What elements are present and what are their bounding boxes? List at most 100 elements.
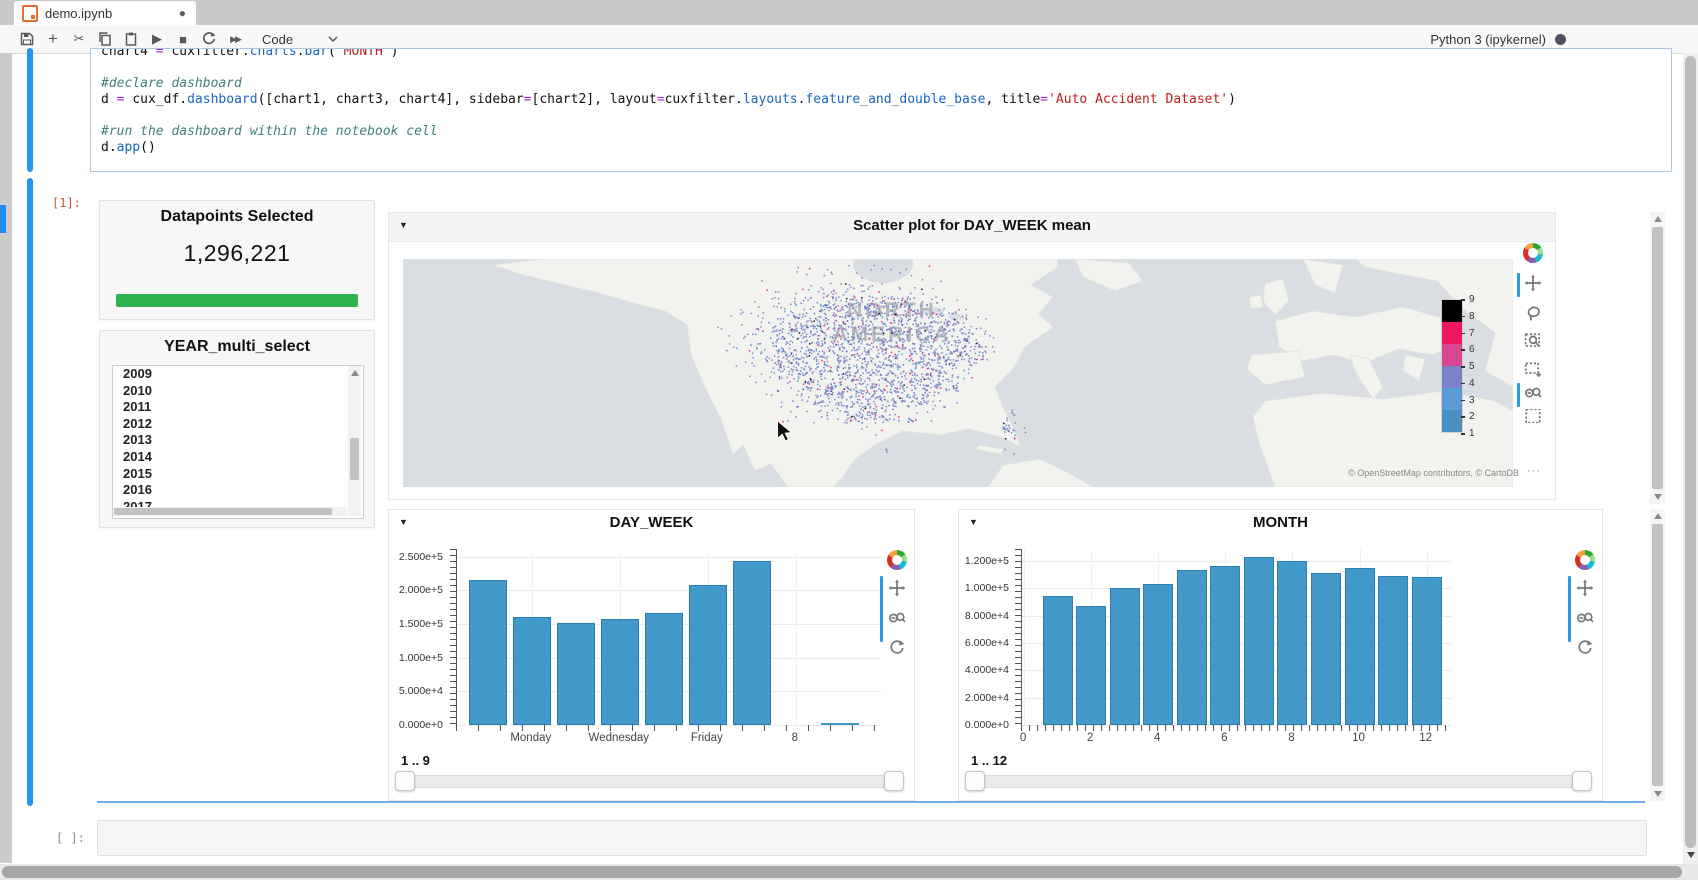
map-canvas[interactable]: NORTH AMERICA	[403, 259, 1513, 487]
empty-execution-count: [ ]:	[56, 831, 85, 845]
year-option[interactable]: 2011	[113, 399, 363, 416]
active-tool-indicator	[1517, 273, 1520, 297]
pan-tool-icon[interactable]	[1521, 271, 1545, 295]
bar	[821, 723, 859, 725]
save-button[interactable]	[14, 27, 40, 51]
scroll-thumb[interactable]	[1652, 524, 1663, 786]
bar	[1378, 576, 1408, 725]
pan-tool-icon[interactable]	[1573, 576, 1597, 600]
year-option[interactable]: 2013	[113, 432, 363, 449]
scroll-up-icon[interactable]	[351, 370, 359, 376]
bokeh-logo[interactable]	[1523, 243, 1543, 263]
map-label-north: NORTH	[847, 299, 937, 322]
code-content: chart4 = cuxfilter.charts.bar('MONTH') #…	[101, 48, 1236, 156]
bar	[1311, 573, 1341, 725]
bar	[1110, 588, 1140, 725]
datapoints-card: Datapoints Selected 1,296,221	[99, 200, 375, 320]
scroll-position-marker	[0, 205, 6, 233]
year-list-hscrollbar[interactable]	[113, 507, 347, 516]
lasso-select-tool-icon[interactable]	[1521, 301, 1545, 325]
box-select-tool-icon[interactable]	[1521, 357, 1545, 381]
bar	[557, 623, 595, 725]
scatter-map-panel: ▼ Scatter plot for DAY_WEEK mean	[388, 212, 1556, 500]
output-collapser[interactable]	[27, 178, 33, 806]
bar	[469, 580, 507, 725]
wheel-zoom-tool-icon[interactable]	[1573, 606, 1597, 630]
day-week-panel: ▼ DAY_WEEK 0.000e+05.000e+41.000e+51.500…	[388, 509, 915, 801]
datapoints-title: Datapoints Selected	[100, 208, 374, 226]
day-week-plot[interactable]	[456, 549, 882, 726]
code-cell-editor[interactable]: chart4 = cuxfilter.charts.bar('MONTH') #…	[90, 48, 1672, 172]
reset-tool-icon[interactable]	[885, 636, 909, 660]
output-vscrollbar-bottom[interactable]	[1650, 509, 1665, 801]
cell-type-select[interactable]: Code	[262, 32, 339, 47]
wheel-zoom-tool-icon[interactable]	[885, 606, 909, 630]
scroll-down-icon[interactable]	[1654, 791, 1662, 797]
month-range-slider[interactable]	[966, 775, 1591, 788]
scroll-down-icon[interactable]	[1654, 494, 1662, 500]
day-week-title: DAY_WEEK	[389, 514, 914, 531]
slider-handle-right[interactable]	[884, 771, 904, 791]
bokeh-logo[interactable]	[887, 550, 907, 570]
pan-tool-icon[interactable]	[885, 576, 909, 600]
bar	[1177, 570, 1207, 725]
slider-handle-left[interactable]	[965, 771, 985, 791]
reset-tool-icon[interactable]	[1573, 636, 1597, 660]
year-option[interactable]: 2016	[113, 482, 363, 499]
active-tool-indicator	[880, 576, 883, 642]
tab-demo-ipynb[interactable]: demo.ipynb ●	[14, 1, 196, 25]
colorbar-ticks: 987654321	[1465, 299, 1485, 433]
year-option[interactable]: 2015	[113, 466, 363, 483]
kernel-name[interactable]: Python 3 (ipykernel)	[1430, 32, 1546, 47]
tab-title: demo.ipynb	[45, 6, 112, 21]
empty-code-cell[interactable]	[97, 820, 1647, 856]
box-zoom-tool-icon[interactable]	[1521, 329, 1545, 353]
bar	[1076, 606, 1106, 725]
bar	[601, 619, 639, 725]
scatter-title: Scatter plot for DAY_WEEK mean	[389, 217, 1555, 234]
window-hscroll-thumb[interactable]	[2, 866, 1682, 878]
range-label: 1 .. 9	[401, 753, 430, 768]
output-vscrollbar-top[interactable]	[1650, 212, 1665, 504]
bar	[645, 613, 683, 725]
year-option[interactable]: 2014	[113, 449, 363, 466]
active-tool-indicator	[1517, 383, 1520, 407]
x-axis-labels: 024681012	[1021, 732, 1451, 748]
month-plot[interactable]	[1021, 549, 1452, 726]
notebook-icon	[22, 5, 38, 22]
year-list-vscroll-thumb[interactable]	[350, 438, 359, 480]
window-vscroll-thumb[interactable]	[1685, 56, 1696, 848]
year-list-hscroll-thumb[interactable]	[114, 508, 332, 515]
scroll-up-icon[interactable]	[1654, 216, 1662, 222]
bar	[1345, 568, 1375, 725]
slider-handle-left[interactable]	[395, 771, 415, 791]
bar	[1412, 577, 1442, 725]
year-multi-select-list[interactable]: 200920102011201220132014201520162017	[112, 365, 364, 519]
cut-cells-button[interactable]: ✂	[66, 27, 92, 51]
add-cell-button[interactable]: +	[40, 27, 66, 51]
x-axis-labels: MondayWednesdayFriday8	[456, 732, 881, 748]
day-week-header: ▼ DAY_WEEK	[389, 510, 914, 538]
year-option[interactable]: 2009	[113, 366, 363, 383]
wheel-zoom-tool-icon[interactable]	[1521, 381, 1545, 405]
input-collapser[interactable]	[27, 48, 33, 172]
window-hscrollbar[interactable]	[0, 864, 1698, 880]
extra-tool-icon[interactable]	[1521, 409, 1545, 423]
slider-handle-right[interactable]	[1572, 771, 1592, 791]
bar	[513, 617, 551, 725]
bokeh-logo[interactable]	[1575, 550, 1595, 570]
day-week-range-slider[interactable]	[396, 775, 903, 788]
attribution-more-icon[interactable]: ···	[1527, 465, 1541, 477]
year-option[interactable]: 2012	[113, 416, 363, 433]
scroll-up-icon[interactable]	[1654, 513, 1662, 519]
month-title: MONTH	[959, 514, 1602, 531]
year-option[interactable]: 2010	[113, 383, 363, 400]
window-scroll-down-icon[interactable]	[1687, 852, 1695, 858]
year-list-vscrollbar[interactable]	[348, 366, 361, 516]
window-vscrollbar[interactable]	[1683, 53, 1698, 864]
bar	[1277, 561, 1307, 725]
map-attribution: © OpenStreetMap contributors, © CartoDB	[1329, 468, 1519, 478]
scroll-thumb[interactable]	[1652, 227, 1663, 489]
bar	[1043, 596, 1073, 725]
datapoints-value: 1,296,221	[100, 240, 374, 267]
